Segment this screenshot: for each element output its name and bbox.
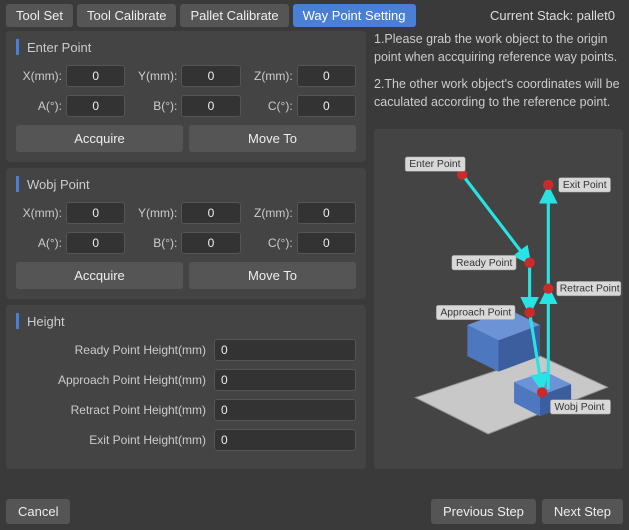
label-enter-a: A(°): xyxy=(16,99,62,113)
input-wobj-z[interactable] xyxy=(297,202,356,224)
button-next-step[interactable]: Next Step xyxy=(542,499,623,524)
label-enter-c: C(°): xyxy=(247,99,293,113)
label-wobj-y: Y(mm): xyxy=(131,206,177,220)
svg-text:Wobj Point: Wobj Point xyxy=(555,402,605,413)
instructions: 1.Please grab the work object to the ori… xyxy=(374,31,623,121)
input-exit-height[interactable] xyxy=(214,429,356,451)
group-enter-point: Enter Point X(mm): Y(mm): Z(mm): A(°): B… xyxy=(6,31,366,162)
input-enter-y[interactable] xyxy=(181,65,240,87)
group-wobj-point: Wobj Point X(mm): Y(mm): Z(mm): A(°): B(… xyxy=(6,168,366,299)
input-ready-height[interactable] xyxy=(214,339,356,361)
current-stack-label: Current Stack: pallet0 xyxy=(490,8,623,23)
top-tabs: Tool Set Tool Calibrate Pallet Calibrate… xyxy=(0,0,629,31)
input-enter-c[interactable] xyxy=(297,95,356,117)
label-approach-height: Approach Point Height(mm) xyxy=(16,373,206,387)
diagram-label-enter: Enter Point xyxy=(405,157,465,172)
group-title-height: Height xyxy=(16,313,356,329)
label-enter-x: X(mm): xyxy=(16,69,62,83)
footer: Cancel Previous Step Next Step xyxy=(0,493,629,530)
button-enter-acquire[interactable]: Accquire xyxy=(16,125,183,152)
input-approach-height[interactable] xyxy=(214,369,356,391)
tab-tool-calibrate[interactable]: Tool Calibrate xyxy=(77,4,177,27)
button-wobj-move-to[interactable]: Move To xyxy=(189,262,356,289)
label-wobj-x: X(mm): xyxy=(16,206,62,220)
diagram-label-approach: Approach Point xyxy=(436,305,515,320)
button-wobj-acquire[interactable]: Accquire xyxy=(16,262,183,289)
input-wobj-a[interactable] xyxy=(66,232,125,254)
input-enter-z[interactable] xyxy=(297,65,356,87)
label-enter-z: Z(mm): xyxy=(247,69,293,83)
input-retract-height[interactable] xyxy=(214,399,356,421)
group-title-enter-point: Enter Point xyxy=(16,39,356,55)
diagram-label-exit: Exit Point xyxy=(559,178,611,193)
label-ready-height: Ready Point Height(mm) xyxy=(16,343,206,357)
group-height: Height Ready Point Height(mm) Approach P… xyxy=(6,305,366,469)
tab-waypoint-setting[interactable]: Way Point Setting xyxy=(293,4,416,27)
waypoint-diagram: Enter Point Exit Point Ready Point Retra… xyxy=(374,129,623,469)
diagram-label-ready: Ready Point xyxy=(452,255,516,270)
diagram-label-wobj: Wobj Point xyxy=(550,400,610,415)
input-wobj-y[interactable] xyxy=(181,202,240,224)
button-cancel[interactable]: Cancel xyxy=(6,499,70,524)
instruction-2: 2.The other work object's coordinates wi… xyxy=(374,76,623,111)
label-wobj-c: C(°): xyxy=(247,236,293,250)
svg-text:Ready Point: Ready Point xyxy=(456,258,513,269)
instruction-1: 1.Please grab the work object to the ori… xyxy=(374,31,623,66)
label-enter-b: B(°): xyxy=(131,99,177,113)
svg-text:Approach Point: Approach Point xyxy=(440,308,511,319)
label-wobj-z: Z(mm): xyxy=(247,206,293,220)
diagram-label-retract: Retract Point xyxy=(557,281,621,296)
input-wobj-x[interactable] xyxy=(66,202,125,224)
input-enter-a[interactable] xyxy=(66,95,125,117)
input-enter-b[interactable] xyxy=(181,95,240,117)
label-wobj-a: A(°): xyxy=(16,236,62,250)
svg-text:Exit Point: Exit Point xyxy=(563,180,607,191)
label-wobj-b: B(°): xyxy=(131,236,177,250)
button-enter-move-to[interactable]: Move To xyxy=(189,125,356,152)
tab-pallet-calibrate[interactable]: Pallet Calibrate xyxy=(180,4,288,27)
svg-text:Enter Point: Enter Point xyxy=(409,159,460,170)
label-retract-height: Retract Point Height(mm) xyxy=(16,403,206,417)
button-previous-step[interactable]: Previous Step xyxy=(431,499,536,524)
input-wobj-b[interactable] xyxy=(181,232,240,254)
tab-tool-set[interactable]: Tool Set xyxy=(6,4,73,27)
group-title-wobj-point: Wobj Point xyxy=(16,176,356,192)
input-enter-x[interactable] xyxy=(66,65,125,87)
input-wobj-c[interactable] xyxy=(297,232,356,254)
svg-text:Retract Point: Retract Point xyxy=(560,284,620,295)
label-exit-height: Exit Point Height(mm) xyxy=(16,433,206,447)
label-enter-y: Y(mm): xyxy=(131,69,177,83)
